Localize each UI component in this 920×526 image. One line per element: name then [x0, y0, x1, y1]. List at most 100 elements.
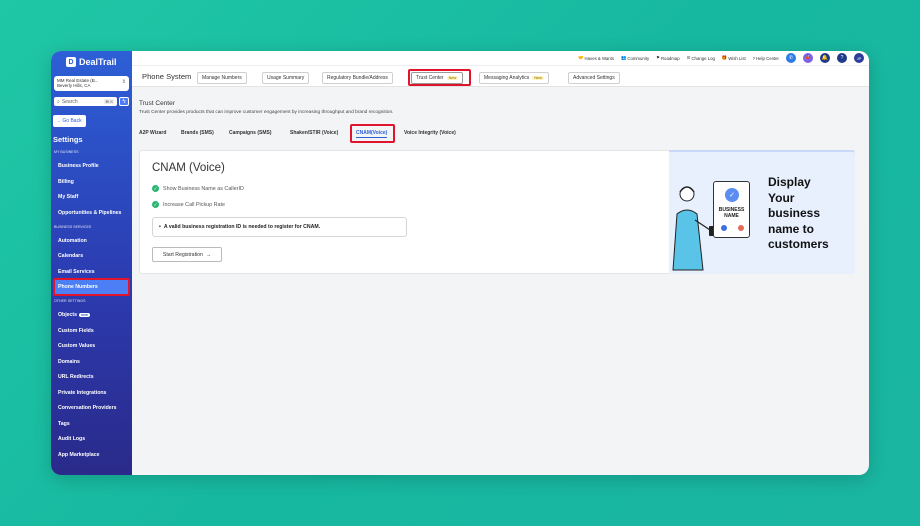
sidebar-item-custom-values[interactable]: Custom Values [58, 343, 95, 349]
tab-a2p-wizard[interactable]: A2P Wizard [139, 130, 166, 136]
sidebar-item-url-redirects[interactable]: URL Redirects [58, 374, 94, 380]
go-back-button[interactable]: ← Go Back [53, 115, 86, 127]
account-location: Beverly Hills, CA [57, 83, 91, 88]
highlight-trust-center [408, 69, 471, 86]
promo-line: customers [768, 237, 829, 251]
megaphone-icon: 📣 [804, 55, 812, 61]
help-button[interactable]: ? [837, 53, 847, 63]
roadmap-label: Roadmap [660, 55, 680, 61]
tab-messaging-analytics[interactable]: Messaging Analytics New [479, 72, 549, 84]
bolt-icon: ϟ [122, 98, 126, 105]
sidebar-item-domains[interactable]: Domains [58, 359, 80, 365]
community-label: Community [627, 55, 650, 61]
start-registration-button[interactable]: Start Registration → [152, 247, 222, 262]
registration-notice: • A valid business registration ID is ne… [152, 217, 407, 237]
tab-campaigns-sms[interactable]: Campaigns (SMS) [229, 130, 272, 136]
quick-action-button[interactable]: ϟ [119, 97, 129, 106]
sidebar-item-business-profile[interactable]: Business Profile [58, 163, 99, 169]
help-center-label: Help Center [756, 55, 779, 61]
notice-text: A valid business registration ID is need… [163, 224, 321, 230]
highlight-cnam-tab [350, 124, 395, 143]
wish-list-label: Wish List [728, 55, 746, 61]
trust-center-description: Trust Center provides products that can … [139, 110, 394, 115]
page-title: Phone System [142, 71, 192, 81]
sidebar-item-billing[interactable]: Billing [58, 179, 74, 185]
top-bar: 🤝 Haves & Wants 👥 Community ⚑ Roadmap ☰ Chan… [132, 51, 869, 65]
phone-button[interactable]: ✆ [786, 53, 796, 63]
help-center-link[interactable]: ? Help Center [753, 56, 779, 61]
sidebar-item-automation[interactable]: Automation [58, 238, 87, 244]
sidebar-item-audit-logs[interactable]: Audit Logs [58, 436, 85, 442]
sidebar-item-calendars[interactable]: Calendars [58, 253, 83, 259]
community-link[interactable]: 👥 Community [621, 55, 649, 61]
search-shortcut: ⌘ K [104, 99, 114, 104]
verified-badge-icon: ✓ [725, 188, 739, 202]
sidebar-item-objects[interactable]: Objects new [58, 312, 90, 318]
user-avatar[interactable]: JP [854, 53, 864, 63]
cnam-card-title: CNAM (Voice) [152, 162, 225, 174]
tab-shaken-stir[interactable]: Shaken/STIR (Voice) [290, 130, 338, 136]
sidebar-item-conversation-providers[interactable]: Conversation Providers [58, 405, 117, 411]
search-placeholder: Search [61, 98, 78, 105]
wish-list-link[interactable]: 🎁 Wish List [722, 55, 746, 61]
roadmap-link[interactable]: ⚑ Roadmap [656, 55, 680, 61]
section-my-business: MY BUSINESS [54, 150, 79, 154]
sidebar-item-app-marketplace[interactable]: App Marketplace [58, 452, 100, 458]
tab-advanced-settings[interactable]: Advanced Settings [568, 72, 620, 84]
check-icon: ✓ [152, 185, 159, 192]
logo-icon: D [66, 57, 76, 67]
tab-usage-summary[interactable]: Usage Summary [262, 72, 310, 84]
brand-logo[interactable]: D DealTrail [66, 57, 117, 67]
tab-regulatory-bundle[interactable]: Regulatory Bundle/Address [322, 72, 393, 84]
messaging-analytics-new-badge: New [532, 76, 544, 80]
search-input[interactable]: ⌕ Search ⌘ K [54, 97, 117, 106]
sidebar-item-opportunities[interactable]: Opportunities & Pipelines [58, 210, 121, 216]
feature-item: ✓ Increase Call Pickup Rate [152, 201, 225, 208]
promo-line: name to [768, 221, 815, 236]
objects-new-badge: new [79, 313, 90, 317]
feature-label: Increase Call Pickup Rate [163, 201, 226, 208]
change-log-link[interactable]: ☰ Change Log [687, 55, 715, 61]
promo-line: Display [768, 175, 811, 189]
feature-item: ✓ Show Business Name as CallerID [152, 185, 244, 192]
chevron-updown-icon: ⇕ [121, 79, 126, 85]
search-icon: ⌕ [57, 98, 60, 105]
section-other-settings: OTHER SETTINGS [54, 299, 86, 303]
people-icon: 👥 [621, 55, 627, 60]
haves-wants-link[interactable]: 🤝 Haves & Wants [578, 55, 614, 61]
promo-headline: Display Your business name to customers [768, 175, 829, 253]
flag-icon: ⚑ [656, 55, 660, 60]
section-business-services: BUSINESS SERVICES [54, 225, 92, 229]
highlight-phone-numbers [53, 278, 130, 296]
cnam-promo-panel: ✓ BUSINESS NAME Display Your business na… [669, 150, 855, 274]
sidebar-item-objects-label: Objects [58, 312, 78, 318]
feature-label: Show Business Name as CallerID [163, 185, 244, 192]
sidebar-item-my-staff[interactable]: My Staff [58, 194, 78, 200]
list-icon: ☰ [686, 55, 691, 60]
trust-center-title: Trust Center [139, 100, 175, 107]
tab-messaging-analytics-label: Messaging Analytics [484, 75, 530, 81]
accept-call-icon [721, 225, 727, 231]
notifications-button[interactable]: 🔔 [820, 53, 830, 63]
sidebar: D DealTrail MM Real Estate (B... Beverly… [51, 51, 132, 475]
gift-icon: 🎁 [721, 55, 728, 60]
account-switcher[interactable]: MM Real Estate (B... Beverly Hills, CA ⇕ [54, 76, 129, 91]
megaphone-button[interactable]: 📣 [803, 53, 813, 63]
start-registration-label: Start Registration [162, 251, 203, 258]
question-icon: ? [840, 55, 844, 61]
help-icon: ? [752, 55, 756, 61]
brand-name: DealTrail [79, 57, 117, 67]
settings-title: Settings [53, 135, 83, 144]
tab-manage-numbers[interactable]: Manage Numbers [197, 72, 247, 84]
sidebar-item-email-services[interactable]: Email Services [58, 269, 95, 275]
decline-call-icon [738, 225, 744, 231]
sidebar-item-custom-fields[interactable]: Custom Fields [58, 328, 94, 334]
sidebar-item-private-integrations[interactable]: Private Integrations [58, 390, 106, 396]
sidebar-item-tags[interactable]: Tags [58, 421, 70, 427]
phone-system-nav: Phone System Manage Numbers Usage Summar… [132, 65, 869, 87]
tab-voice-integrity[interactable]: Voice Integrity (Voice) [404, 130, 456, 136]
go-back-label: Go Back [62, 118, 82, 124]
tab-brands-sms[interactable]: Brands (SMS) [181, 130, 214, 136]
check-icon: ✓ [152, 201, 159, 208]
business-name-card-illustration: ✓ BUSINESS NAME [713, 181, 750, 238]
